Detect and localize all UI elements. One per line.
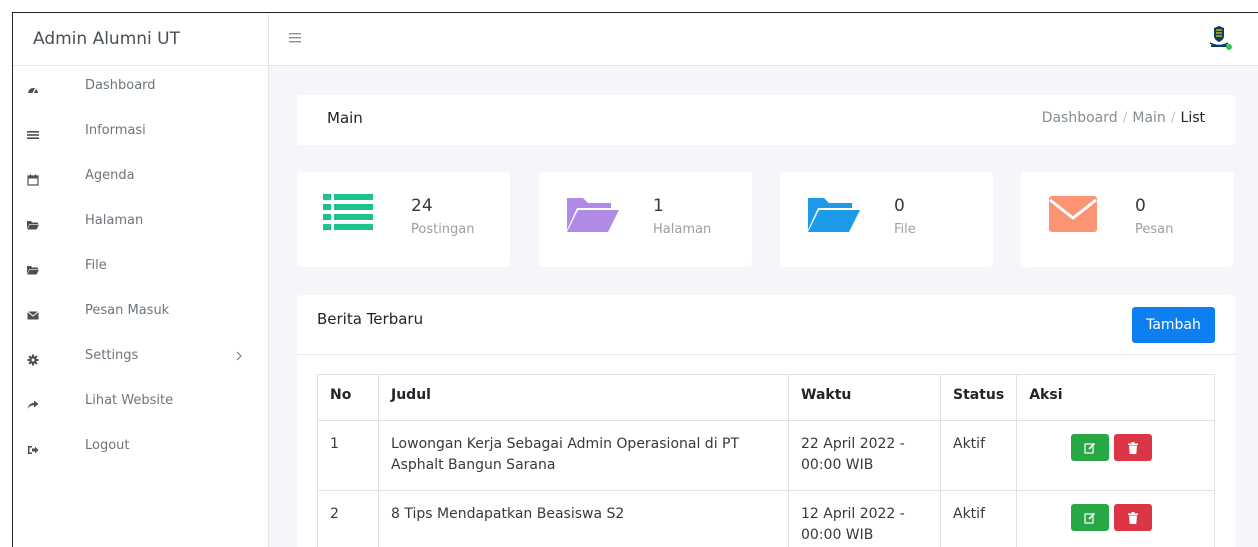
list-icon <box>323 194 379 234</box>
sidebar-item-label: File <box>85 258 107 273</box>
edit-button[interactable] <box>1071 434 1110 461</box>
chevron-right-icon <box>235 350 243 365</box>
news-card: Berita Terbaru Tambah No Judul Waktu Sta… <box>297 295 1235 547</box>
table-row: 2 8 Tips Mendapatkan Beasiswa S2 12 Apri… <box>317 490 1215 547</box>
page-header: Main Dashboard / Main / List <box>297 95 1235 145</box>
stat-caption: Halaman <box>653 222 712 237</box>
column-header-waktu[interactable]: Waktu <box>788 374 941 421</box>
app-window: Admin Alumni UT Dashboard Informasi Agen… <box>12 12 1258 547</box>
edit-icon <box>1084 512 1096 524</box>
sidebar: Admin Alumni UT Dashboard Informasi Agen… <box>13 13 269 547</box>
breadcrumb-dashboard[interactable]: Dashboard <box>1042 110 1118 126</box>
sidebar-item-label: Agenda <box>85 168 135 183</box>
cell-status: Aktif <box>939 420 1018 491</box>
add-news-button[interactable]: Tambah <box>1132 307 1215 343</box>
folder-icon <box>27 264 39 276</box>
table-row: 1 Lowongan Kerja Sebagai Admin Operasion… <box>317 420 1215 491</box>
sidebar-item-agenda[interactable]: Agenda <box>13 156 268 201</box>
sidebar-item-dashboard[interactable]: Dashboard <box>13 66 268 111</box>
cell-judul: Lowongan Kerja Sebagai Admin Operasional… <box>378 420 789 491</box>
top-navbar <box>269 13 1258 66</box>
delete-button[interactable] <box>1114 504 1153 531</box>
folder-open-icon <box>806 194 862 234</box>
stat-caption: File <box>894 222 916 237</box>
column-header-aksi: Aksi <box>1016 374 1215 421</box>
list-icon <box>27 129 39 141</box>
cell-judul: 8 Tips Mendapatkan Beasiswa S2 <box>378 490 789 547</box>
brand-title[interactable]: Admin Alumni UT <box>13 13 268 66</box>
breadcrumb-separator: / <box>1122 110 1128 126</box>
sidebar-item-settings[interactable]: Settings <box>13 336 268 381</box>
cell-aksi <box>1016 420 1215 491</box>
envelope-icon <box>27 309 39 321</box>
sidebar-item-label: Logout <box>85 438 130 453</box>
stat-value: 0 <box>1135 196 1146 216</box>
user-avatar-logo[interactable] <box>1205 25 1233 53</box>
breadcrumb-separator: / <box>1170 110 1176 126</box>
sidebar-item-label: Settings <box>85 348 139 363</box>
sidebar-item-halaman[interactable]: Halaman <box>13 201 268 246</box>
hamburger-menu-icon[interactable] <box>289 27 301 48</box>
breadcrumb-main[interactable]: Main <box>1132 110 1165 126</box>
sidebar-item-lihat-website[interactable]: Lihat Website <box>13 381 268 426</box>
edit-icon <box>1084 442 1096 454</box>
cell-status: Aktif <box>939 490 1018 547</box>
sidebar-item-informasi[interactable]: Informasi <box>13 111 268 156</box>
breadcrumb-list: List <box>1180 110 1205 126</box>
stat-card-pesan: 0 Pesan <box>1021 172 1234 267</box>
stat-value: 0 <box>894 196 905 216</box>
cell-no: 2 <box>317 490 379 547</box>
sidebar-item-label: Halaman <box>85 213 144 228</box>
news-card-header: Berita Terbaru Tambah <box>297 295 1235 355</box>
column-header-no[interactable]: No <box>317 374 379 421</box>
folder-icon <box>27 219 39 231</box>
sidebar-item-logout[interactable]: Logout <box>13 426 268 471</box>
stat-caption: Pesan <box>1135 222 1174 237</box>
main-content: Main Dashboard / Main / List 24 Postingan <box>269 66 1258 547</box>
sidebar-item-file[interactable]: File <box>13 246 268 291</box>
folder-open-icon <box>565 194 621 234</box>
column-header-judul[interactable]: Judul <box>378 374 789 421</box>
gear-icon <box>27 354 39 366</box>
stat-value: 1 <box>653 196 664 216</box>
page-title: Main <box>327 109 363 127</box>
column-header-status[interactable]: Status <box>939 374 1018 421</box>
delete-button[interactable] <box>1114 434 1153 461</box>
calendar-icon <box>27 174 39 186</box>
breadcrumb: Dashboard / Main / List <box>1042 110 1205 126</box>
stat-card-halaman: 1 Halaman <box>539 172 752 267</box>
sidebar-item-label: Lihat Website <box>85 393 174 408</box>
dashboard-icon <box>27 84 39 96</box>
stat-caption: Postingan <box>411 222 475 237</box>
sidebar-menu: Dashboard Informasi Agenda Halaman File … <box>13 66 268 471</box>
logout-icon <box>27 444 39 456</box>
sidebar-item-label: Dashboard <box>85 78 156 93</box>
stat-card-postingan: 24 Postingan <box>297 172 510 267</box>
stat-value: 24 <box>411 196 433 216</box>
trash-icon <box>1128 441 1139 454</box>
cell-waktu: 12 April 2022 - 00:00 WIB <box>788 490 941 547</box>
news-card-title: Berita Terbaru <box>317 310 424 328</box>
news-table: No Judul Waktu Status Aksi 1 Lowongan Ke… <box>317 374 1215 547</box>
stat-card-file: 0 File <box>780 172 993 267</box>
sidebar-item-pesan-masuk[interactable]: Pesan Masuk <box>13 291 268 336</box>
cell-waktu: 22 April 2022 - 00:00 WIB <box>788 420 941 491</box>
trash-icon <box>1128 511 1139 524</box>
share-icon <box>27 399 39 411</box>
sidebar-item-label: Pesan Masuk <box>85 303 170 318</box>
table-header-row: No Judul Waktu Status Aksi <box>317 374 1215 421</box>
envelope-icon <box>1047 194 1103 234</box>
sidebar-item-label: Informasi <box>85 123 146 138</box>
cell-no: 1 <box>317 420 379 491</box>
edit-button[interactable] <box>1071 504 1110 531</box>
cell-aksi <box>1016 490 1215 547</box>
